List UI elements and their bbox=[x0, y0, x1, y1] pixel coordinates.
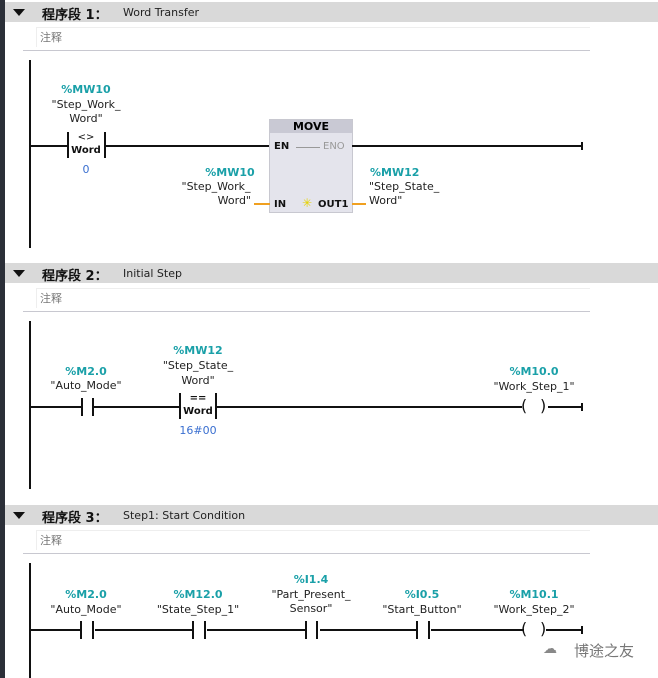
coil-right[interactable]: ) bbox=[540, 396, 546, 415]
in-address[interactable]: %MW10 bbox=[160, 166, 300, 179]
network-comment[interactable]: 注释 bbox=[36, 27, 590, 47]
operand-symbol[interactable]: Word" bbox=[16, 112, 156, 125]
block-name: MOVE bbox=[270, 120, 352, 133]
contact-right-bar[interactable] bbox=[92, 621, 94, 639]
pin-out1: OUT1 bbox=[318, 199, 349, 210]
rung-wire bbox=[106, 145, 270, 147]
coil-left[interactable]: ( bbox=[521, 396, 527, 415]
network-label: 程序段 1： bbox=[42, 8, 108, 23]
coil-left[interactable]: ( bbox=[521, 619, 527, 638]
compare-operator: <> bbox=[77, 132, 95, 143]
pin-en: EN bbox=[274, 141, 290, 152]
compare-operator: == bbox=[189, 393, 207, 404]
contact-left-bar[interactable] bbox=[80, 621, 82, 639]
en-eno-link bbox=[296, 147, 320, 148]
compare-operand2[interactable]: 16#00 bbox=[168, 424, 228, 437]
operand-address[interactable]: %MW10 bbox=[16, 83, 156, 96]
watermark: 博途之友 bbox=[574, 642, 635, 660]
rung-end bbox=[581, 403, 583, 411]
pin-eno: ENO bbox=[323, 141, 345, 152]
operand-symbol[interactable]: "Step_State_ bbox=[128, 359, 268, 372]
in-symbol[interactable]: "Step_Work_ bbox=[146, 180, 286, 193]
contact-left-bar[interactable] bbox=[81, 398, 83, 416]
operand-address[interactable]: %I1.4 bbox=[241, 573, 381, 586]
contact-left-bar[interactable] bbox=[192, 621, 194, 639]
out-symbol[interactable]: "Step_State_ bbox=[369, 180, 509, 193]
contact-right-bar[interactable] bbox=[316, 621, 318, 639]
network-comment[interactable]: 注释 bbox=[36, 288, 590, 308]
collapse-triangle-icon[interactable] bbox=[13, 9, 25, 16]
divider bbox=[23, 50, 590, 51]
coil-symbol[interactable]: "Work_Step_1" bbox=[464, 380, 604, 393]
network-title[interactable]: Word Transfer bbox=[123, 6, 199, 19]
compare-operand2[interactable]: 0 bbox=[56, 163, 116, 176]
collapse-triangle-icon[interactable] bbox=[13, 512, 25, 519]
operand-symbol[interactable]: "Step_Work_ bbox=[16, 98, 156, 111]
rung-wire bbox=[352, 145, 582, 147]
rung-end bbox=[581, 626, 583, 634]
pin-in: IN bbox=[274, 199, 287, 210]
rung-wire bbox=[548, 406, 582, 408]
coil-symbol[interactable]: "Work_Step_2" bbox=[464, 603, 604, 616]
operand-symbol[interactable]: Word" bbox=[128, 374, 268, 387]
rung-wire bbox=[30, 145, 68, 147]
power-rail bbox=[29, 321, 31, 489]
coil-address[interactable]: %M10.0 bbox=[464, 365, 604, 378]
out-address[interactable]: %MW12 bbox=[370, 166, 510, 179]
wechat-icon: ☁ bbox=[543, 641, 557, 657]
rung-wire bbox=[94, 406, 180, 408]
network-label: 程序段 2： bbox=[42, 269, 108, 284]
divider bbox=[23, 553, 590, 554]
in-symbol[interactable]: Word" bbox=[111, 194, 251, 207]
contact-right-bar[interactable] bbox=[204, 621, 206, 639]
network-title[interactable]: Initial Step bbox=[123, 267, 182, 280]
power-rail bbox=[29, 563, 31, 678]
out-symbol[interactable]: Word" bbox=[369, 194, 509, 207]
contact-left-bar[interactable] bbox=[416, 621, 418, 639]
rung-end bbox=[581, 142, 583, 150]
operand-address[interactable]: %MW12 bbox=[128, 344, 268, 357]
network-2-header[interactable]: 程序段 2： Initial Step bbox=[5, 263, 658, 284]
divider bbox=[23, 311, 590, 312]
compare-type[interactable]: Word bbox=[178, 406, 218, 417]
network-title[interactable]: Step1: Start Condition bbox=[123, 509, 245, 522]
collapse-triangle-icon[interactable] bbox=[13, 270, 25, 277]
in-wire bbox=[254, 203, 270, 205]
rung-wire bbox=[217, 406, 522, 408]
network-label: 程序段 3： bbox=[42, 511, 108, 526]
compare-type[interactable]: Word bbox=[66, 145, 106, 156]
network-3-header[interactable]: 程序段 3： Step1: Start Condition bbox=[5, 505, 658, 526]
out-wire bbox=[352, 203, 366, 205]
network-1-header[interactable]: 程序段 1： Word Transfer bbox=[5, 2, 658, 23]
window-edge bbox=[0, 0, 5, 678]
network-comment[interactable]: 注释 bbox=[36, 530, 590, 550]
rung-wire bbox=[30, 406, 82, 408]
contact-right-bar[interactable] bbox=[428, 621, 430, 639]
coil-right[interactable]: ) bbox=[540, 619, 546, 638]
asterisk-icon: ✳ bbox=[302, 196, 313, 210]
coil-address[interactable]: %M10.1 bbox=[464, 588, 604, 601]
contact-left-bar[interactable] bbox=[305, 621, 307, 639]
